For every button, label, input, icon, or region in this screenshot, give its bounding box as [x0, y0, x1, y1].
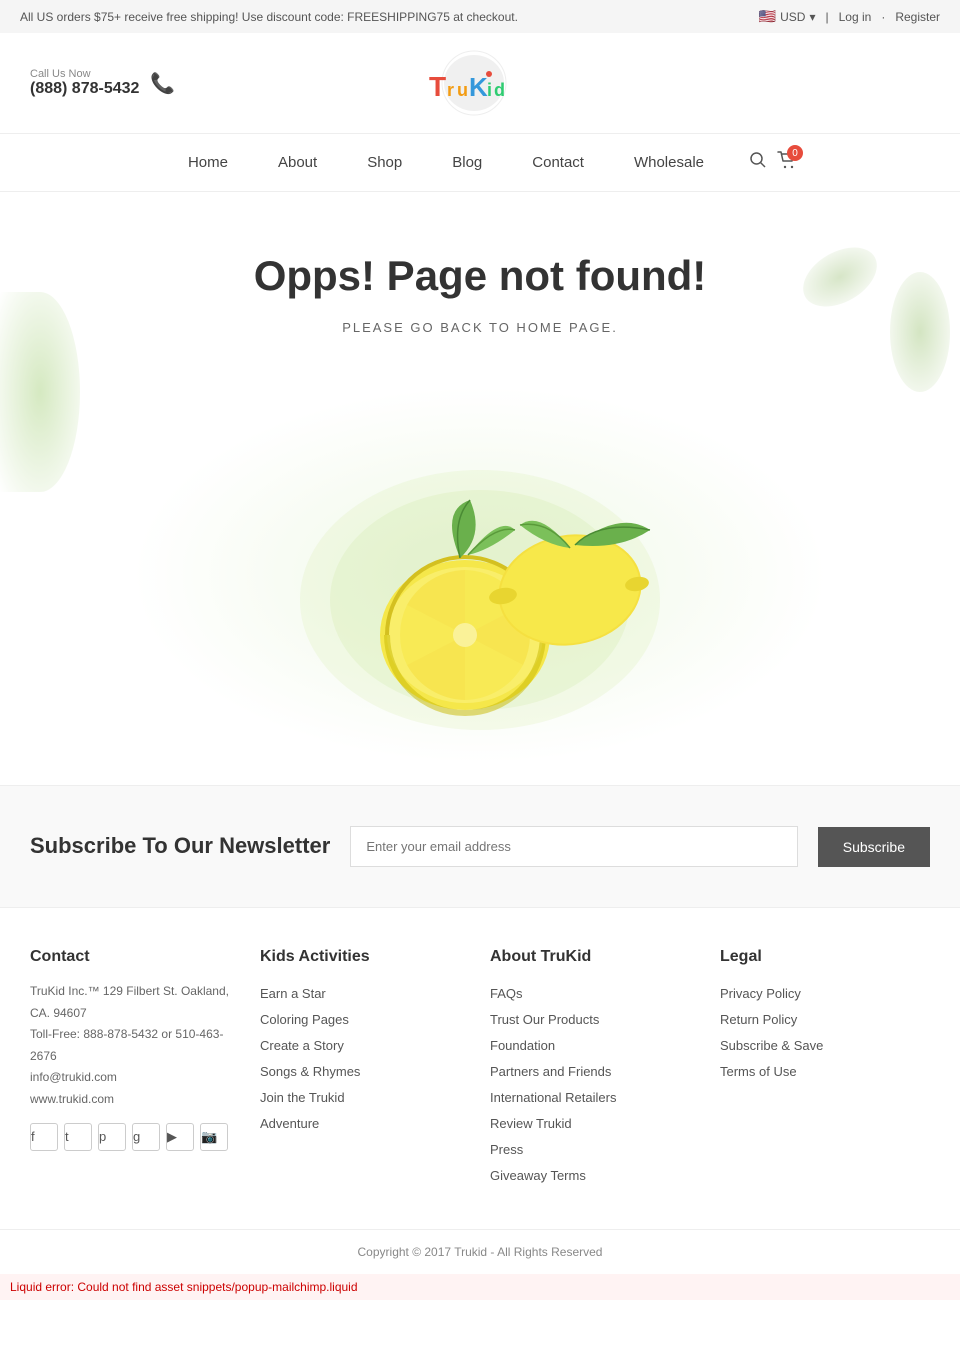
svg-text:i: i: [487, 80, 492, 100]
footer-join-trukid-link[interactable]: Join the Trukid: [260, 1085, 470, 1111]
footer-partners-link[interactable]: Partners and Friends: [490, 1059, 700, 1085]
trukid-logo: T r u K i d: [409, 48, 539, 118]
svg-text:u: u: [457, 80, 468, 100]
liquid-error-text: Liquid error: Could not find asset snipp…: [10, 1280, 358, 1294]
go-home-link[interactable]: PLEASE GO BACK TO HOME PAGE.: [342, 320, 618, 335]
main-nav: Home About Shop Blog Contact Wholesale 0: [0, 134, 960, 192]
newsletter-section: Subscribe To Our Newsletter Subscribe: [0, 785, 960, 908]
cart-button[interactable]: 0: [777, 151, 797, 174]
footer-website: www.trukid.com: [30, 1089, 240, 1111]
footer-kids-col: Kids Activities Earn a Star Coloring Pag…: [260, 948, 470, 1189]
footer-create-story-link[interactable]: Create a Story: [260, 1033, 470, 1059]
footer-terms-link[interactable]: Terms of Use: [720, 1059, 930, 1085]
footer-contact-heading: Contact: [30, 948, 240, 966]
cart-badge: 0: [787, 145, 803, 161]
call-now-label: Call Us Now: [30, 68, 139, 80]
lemon-illustration: [20, 365, 940, 785]
footer-kids-heading: Kids Activities: [260, 948, 470, 966]
currency-chevron-icon: ▾: [809, 10, 815, 24]
footer-press-link[interactable]: Press: [490, 1137, 700, 1163]
social-pinterest-icon[interactable]: p: [98, 1123, 126, 1151]
register-link[interactable]: Register: [895, 10, 940, 24]
footer-earn-star-link[interactable]: Earn a Star: [260, 981, 470, 1007]
footer-faqs-link[interactable]: FAQs: [490, 981, 700, 1007]
nav-shop[interactable]: Shop: [342, 144, 427, 181]
footer-giveaway-link[interactable]: Giveaway Terms: [490, 1163, 700, 1189]
footer-contact-address: TruKid Inc.™ 129 Filbert St. Oakland, CA…: [30, 981, 240, 1111]
copyright-text: Copyright © 2017 Trukid - All Rights Res…: [358, 1245, 603, 1259]
newsletter-subscribe-button[interactable]: Subscribe: [818, 827, 930, 867]
footer-coloring-pages-link[interactable]: Coloring Pages: [260, 1007, 470, 1033]
footer-email: info@trukid.com: [30, 1067, 240, 1089]
footer-foundation-link[interactable]: Foundation: [490, 1033, 700, 1059]
footer-review-link[interactable]: Review Trukid: [490, 1111, 700, 1137]
copyright-bar: Copyright © 2017 Trukid - All Rights Res…: [0, 1229, 960, 1274]
error-title: Opps! Page not found!: [20, 252, 940, 300]
nav-blog[interactable]: Blog: [427, 144, 507, 181]
currency-selector[interactable]: 🇺🇸 USD ▾: [759, 8, 816, 25]
footer: Contact TruKid Inc.™ 129 Filbert St. Oak…: [0, 908, 960, 1229]
logo-container[interactable]: T r u K i d: [409, 48, 539, 118]
footer-legal-col: Legal Privacy Policy Return Policy Subsc…: [720, 948, 930, 1189]
login-link[interactable]: Log in: [839, 10, 872, 24]
promo-text: All US orders $75+ receive free shipping…: [20, 10, 518, 24]
nav-about[interactable]: About: [253, 144, 342, 181]
error-subtitle: PLEASE GO BACK TO HOME PAGE.: [20, 320, 940, 335]
footer-international-link[interactable]: International Retailers: [490, 1085, 700, 1111]
newsletter-input-wrap: [350, 826, 797, 867]
flag-icon: 🇺🇸: [759, 8, 776, 25]
nav-home[interactable]: Home: [163, 144, 253, 181]
footer-tollfree: Toll-Free: 888-878-5432 or 510-463-2676: [30, 1024, 240, 1067]
liquid-error-bar: Liquid error: Could not find asset snipp…: [0, 1274, 960, 1300]
social-facebook-icon[interactable]: f: [30, 1123, 58, 1151]
footer-songs-rhymes-link[interactable]: Songs & Rhymes: [260, 1059, 470, 1085]
search-icon: [749, 151, 767, 169]
nav-contact[interactable]: Contact: [507, 144, 609, 181]
leaf-top-right-decoration: [793, 235, 887, 318]
footer-legal-heading: Legal: [720, 948, 930, 966]
svg-text:T: T: [429, 71, 446, 102]
svg-text:r: r: [447, 80, 454, 100]
social-googleplus-icon[interactable]: g: [132, 1123, 160, 1151]
currency-label: USD: [780, 10, 805, 24]
phone-info: Call Us Now (888) 878-5432: [30, 68, 139, 98]
footer-adventure-link[interactable]: Adventure: [260, 1111, 470, 1137]
social-twitter-icon[interactable]: t: [64, 1123, 92, 1151]
footer-subscribe-save-link[interactable]: Subscribe & Save: [720, 1033, 930, 1059]
footer-about-heading: About TruKid: [490, 948, 700, 966]
social-instagram-icon[interactable]: 📷: [200, 1123, 228, 1151]
social-youtube-icon[interactable]: ▶: [166, 1123, 194, 1151]
footer-return-link[interactable]: Return Policy: [720, 1007, 930, 1033]
header: Call Us Now (888) 878-5432 📞 T r u K i d: [0, 33, 960, 134]
nav-wholesale[interactable]: Wholesale: [609, 144, 729, 181]
footer-address: TruKid Inc.™ 129 Filbert St. Oakland, CA…: [30, 981, 240, 1024]
error-section: Opps! Page not found! PLEASE GO BACK TO …: [0, 192, 960, 785]
footer-about-col: About TruKid FAQs Trust Our Products Fou…: [490, 948, 700, 1189]
social-icons: f t p g ▶ 📷: [30, 1123, 240, 1151]
lemon-svg: [280, 400, 680, 750]
top-bar: All US orders $75+ receive free shipping…: [0, 0, 960, 33]
nav-icons: 0: [749, 151, 797, 174]
footer-privacy-link[interactable]: Privacy Policy: [720, 981, 930, 1007]
header-left: Call Us Now (888) 878-5432 📞: [30, 68, 177, 98]
phone-number: (888) 878-5432: [30, 80, 139, 98]
search-button[interactable]: [749, 151, 767, 174]
top-bar-right: 🇺🇸 USD ▾ | Log in · Register: [759, 8, 940, 25]
newsletter-title: Subscribe To Our Newsletter: [30, 832, 330, 861]
phone-icon: 📞: [147, 68, 177, 98]
footer-contact-col: Contact TruKid Inc.™ 129 Filbert St. Oak…: [30, 948, 240, 1189]
newsletter-email-input[interactable]: [350, 826, 797, 867]
footer-trust-products-link[interactable]: Trust Our Products: [490, 1007, 700, 1033]
svg-text:K: K: [469, 72, 488, 102]
svg-text:d: d: [494, 80, 505, 100]
